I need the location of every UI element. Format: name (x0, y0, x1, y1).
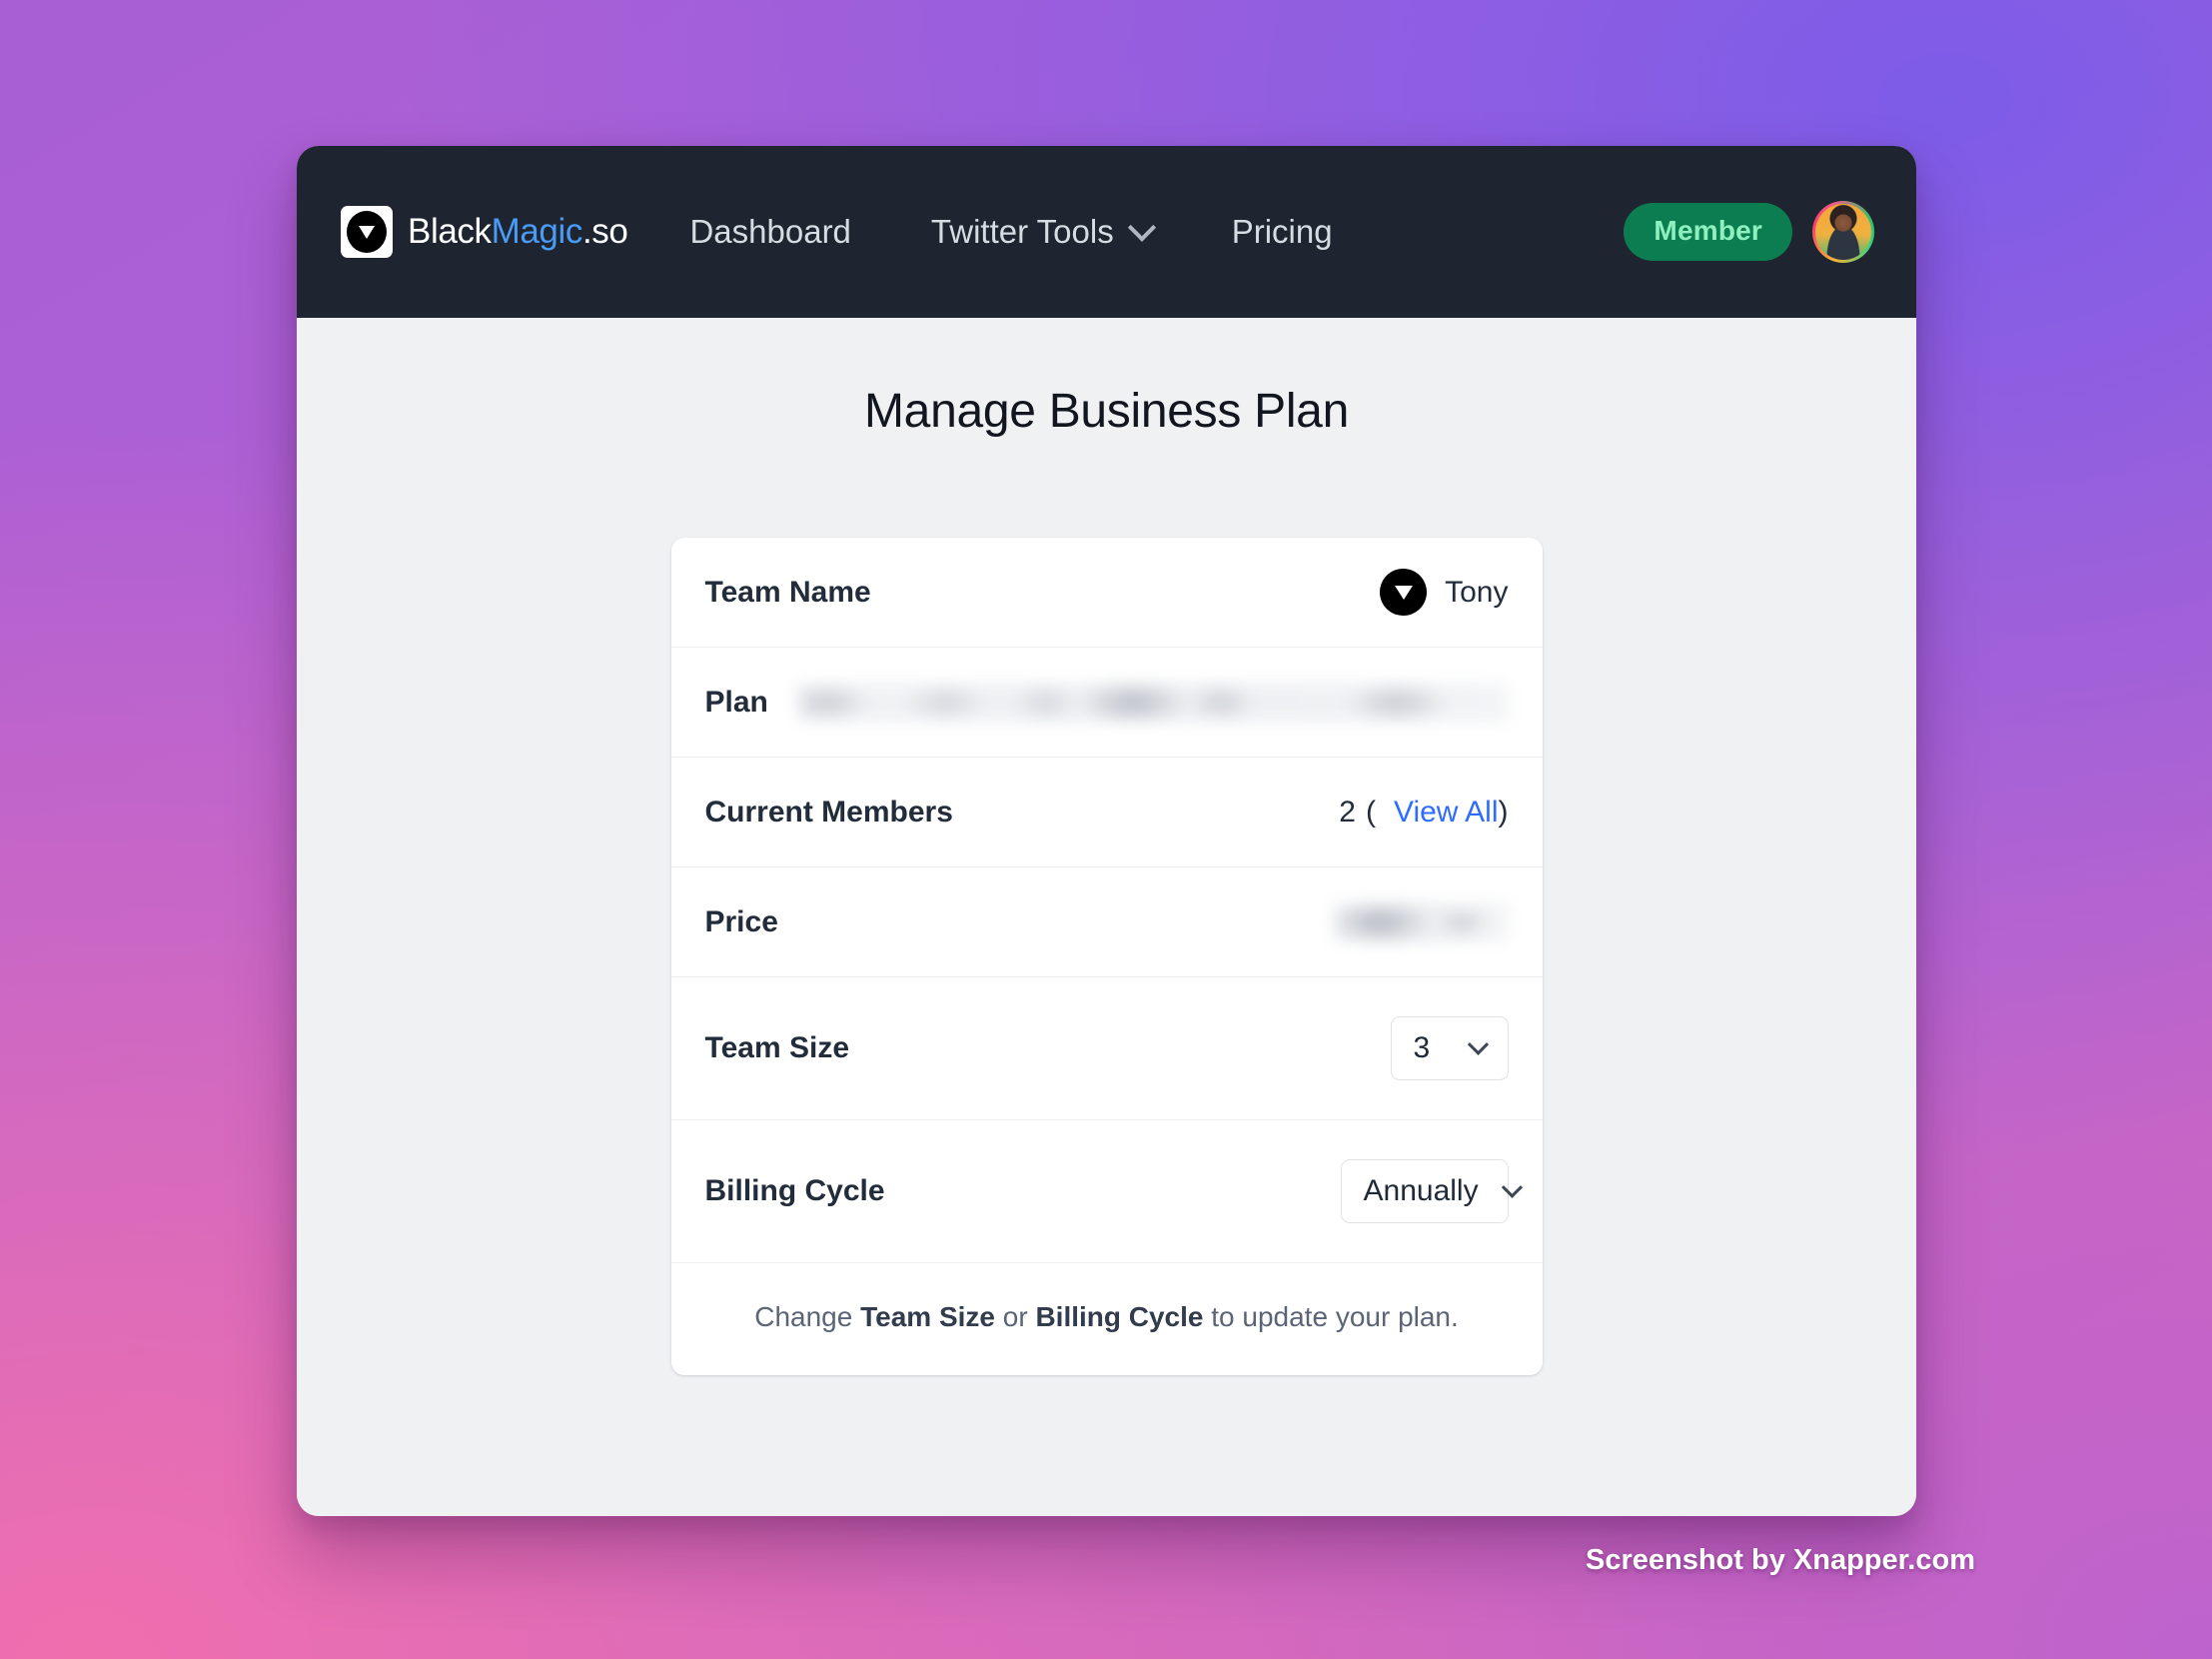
team-name-text: Tony (1445, 575, 1509, 609)
row-billing-cycle: Billing Cycle Annually (670, 1120, 1543, 1263)
row-price: Price (670, 867, 1543, 977)
page-content: Manage Business Plan Team Name Tony Plan… (297, 318, 1916, 1516)
row-price-redacted-value (1332, 901, 1509, 942)
member-status-badge: Member (1624, 203, 1792, 261)
row-plan-redacted-value (796, 682, 1509, 723)
user-avatar-image (1815, 204, 1871, 260)
chevron-down-icon (1501, 1176, 1523, 1198)
top-navbar: BlackMagic.so Dashboard Twitter Tools Pr… (297, 146, 1916, 318)
footer-bold-team-size: Team Size (860, 1301, 995, 1332)
nav-item-dashboard-label: Dashboard (689, 213, 851, 250)
open-paren: ( (1365, 795, 1376, 829)
brand-text-part1: Black (408, 212, 492, 251)
row-team-name-value: Tony (1380, 569, 1509, 616)
view-all-members-link[interactable]: View All (1394, 796, 1499, 830)
blackmagic-logo-icon (341, 206, 393, 258)
brand-text-part3: .so (581, 212, 628, 251)
nav-item-pricing-label: Pricing (1231, 213, 1333, 250)
xnapper-watermark: Screenshot by Xnapper.com (1585, 1544, 1975, 1576)
nav-item-pricing[interactable]: Pricing (1232, 213, 1333, 251)
team-avatar-icon (1380, 569, 1428, 616)
row-team-name: Team Name Tony (670, 538, 1543, 648)
nav-right-group: Member (1624, 201, 1874, 263)
team-size-select[interactable]: 3 (1390, 1016, 1509, 1080)
nav-item-twitter-tools[interactable]: Twitter Tools (930, 213, 1156, 251)
row-team-size-label: Team Size (704, 1031, 850, 1064)
current-members-count: 2 (1339, 795, 1356, 829)
chevron-down-icon (1467, 1033, 1489, 1055)
row-current-members-label: Current Members (704, 795, 953, 829)
row-team-size: Team Size 3 (670, 977, 1543, 1120)
user-avatar[interactable] (1812, 201, 1874, 263)
footer-text-part1: Change (754, 1301, 861, 1332)
row-billing-cycle-label: Billing Cycle (704, 1174, 885, 1207)
billing-cycle-selected-value: Annually (1363, 1174, 1479, 1207)
row-team-name-label: Team Name (704, 575, 871, 609)
page-title: Manage Business Plan (864, 385, 1349, 438)
nav-links: Dashboard Twitter Tools Pricing (689, 213, 1332, 251)
brand-text-part2: Magic (491, 212, 583, 251)
nav-item-dashboard[interactable]: Dashboard (689, 213, 850, 251)
card-footer-note: Change Team Size or Billing Cycle to upd… (671, 1263, 1543, 1375)
manage-plan-card: Team Name Tony Plan Current Members 2 ( Vi… (670, 538, 1543, 1375)
row-plan: Plan (670, 648, 1543, 758)
brand-logo-link[interactable]: BlackMagic.so (341, 206, 628, 258)
footer-bold-billing-cycle: Billing Cycle (1035, 1301, 1204, 1332)
nav-item-twitter-tools-label: Twitter Tools (930, 213, 1114, 250)
row-price-label: Price (704, 904, 778, 938)
footer-text-part2: or (994, 1301, 1036, 1332)
billing-cycle-select[interactable]: Annually (1340, 1159, 1523, 1223)
close-paren: ) (1498, 795, 1509, 829)
chevron-down-icon (1127, 213, 1156, 242)
app-window: BlackMagic.so Dashboard Twitter Tools Pr… (297, 146, 1916, 1516)
footer-text-part3: to update your plan. (1203, 1301, 1459, 1332)
brand-wordmark: BlackMagic.so (408, 212, 628, 252)
row-plan-label: Plan (704, 685, 768, 719)
row-current-members: Current Members 2 ( View All) (670, 758, 1543, 867)
row-current-members-value: 2 ( View All) (1339, 796, 1508, 830)
team-size-selected-value: 3 (1413, 1031, 1431, 1064)
